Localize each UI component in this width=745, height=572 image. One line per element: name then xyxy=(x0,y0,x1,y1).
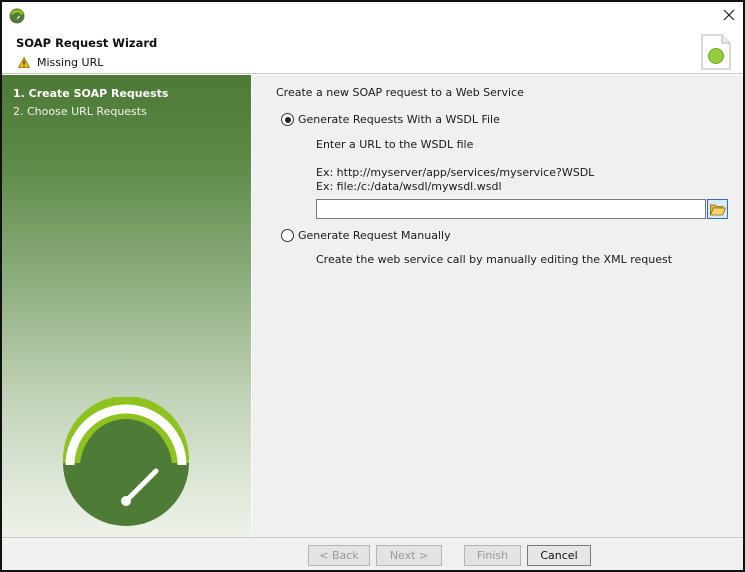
intro-text: Create a new SOAP request to a Web Servi… xyxy=(276,86,524,99)
close-icon[interactable] xyxy=(719,5,739,25)
radio-button-unselected[interactable] xyxy=(281,229,294,242)
title-bar xyxy=(2,2,743,30)
browse-button[interactable] xyxy=(707,199,728,219)
wizard-header: SOAP Request Wizard Missing URL xyxy=(2,30,743,74)
manual-help-text: Create the web service call by manually … xyxy=(316,253,673,266)
wsdl-example-http: Ex: http://myserver/app/services/myservi… xyxy=(316,166,595,179)
status-message: Missing URL xyxy=(37,56,104,69)
wsdl-url-input[interactable] xyxy=(316,199,706,219)
wizard-window: SOAP Request Wizard Missing URL 1. Creat… xyxy=(0,0,745,572)
folder-open-icon xyxy=(710,204,726,216)
steps-panel: 1. Create SOAP Requests 2. Choose URL Re… xyxy=(2,75,251,537)
warning-icon xyxy=(18,57,30,68)
button-bar: < Back Next > Finish Cancel xyxy=(2,537,743,570)
document-icon xyxy=(701,34,731,70)
app-gauge-icon xyxy=(9,8,25,24)
content-panel: Create a new SOAP request to a Web Servi… xyxy=(252,75,743,537)
option-wsdl-label[interactable]: Generate Requests With a WSDL File xyxy=(298,113,500,126)
option-manual-radio[interactable]: Generate Request Manually xyxy=(281,229,451,242)
option-manual-label[interactable]: Generate Request Manually xyxy=(298,229,451,242)
wsdl-help-text: Enter a URL to the WSDL file xyxy=(316,138,474,151)
finish-button[interactable]: Finish xyxy=(464,545,521,566)
step-choose-url-requests: 2. Choose URL Requests xyxy=(13,105,147,118)
option-wsdl-radio[interactable]: Generate Requests With a WSDL File xyxy=(281,113,500,126)
next-button[interactable]: Next > xyxy=(376,545,442,566)
back-button[interactable]: < Back xyxy=(308,545,370,566)
cancel-button[interactable]: Cancel xyxy=(527,545,591,566)
gauge-logo-icon xyxy=(63,397,189,526)
step-create-soap-requests: 1. Create SOAP Requests xyxy=(13,87,169,100)
wsdl-example-file: Ex: file:/c:/data/wsdl/mywsdl.wsdl xyxy=(316,180,502,193)
radio-button-selected[interactable] xyxy=(281,113,294,126)
wizard-title: SOAP Request Wizard xyxy=(16,36,158,50)
